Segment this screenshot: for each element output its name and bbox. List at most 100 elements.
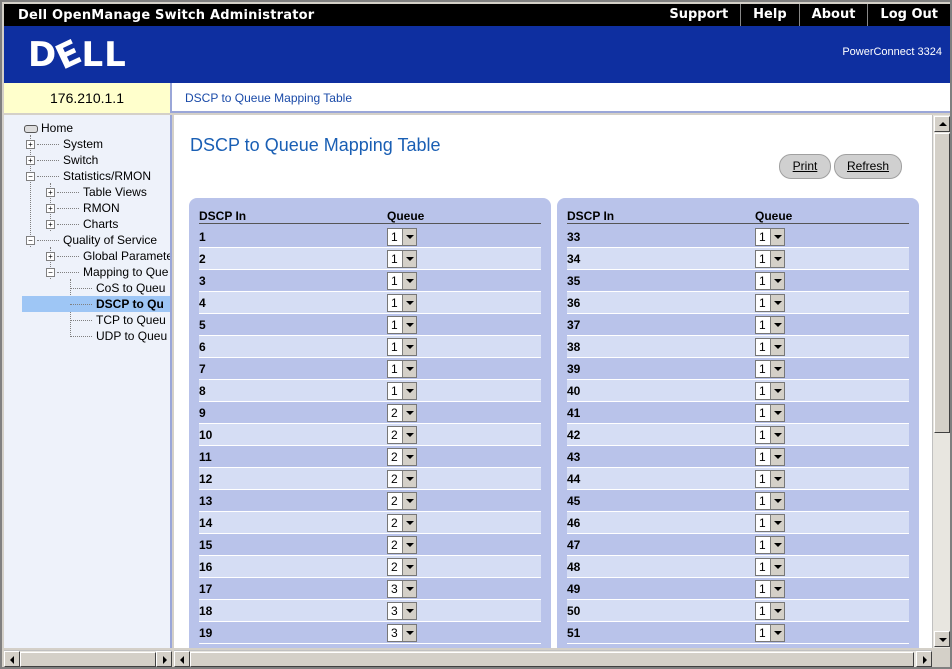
expand-icon[interactable]: + <box>46 252 55 262</box>
tree-table-views[interactable]: + Table Views <box>46 184 147 200</box>
scroll-thumb[interactable] <box>190 652 914 667</box>
scroll-right-button[interactable] <box>156 651 172 667</box>
support-link[interactable]: Support <box>657 4 740 26</box>
scroll-thumb[interactable] <box>934 133 950 433</box>
chevron-down-icon[interactable] <box>402 625 416 641</box>
help-link[interactable]: Help <box>740 4 798 26</box>
scroll-down-button[interactable] <box>934 631 950 647</box>
queue-select[interactable]: 1 <box>755 514 785 532</box>
expand-icon[interactable]: + <box>46 188 55 198</box>
scroll-left-button[interactable] <box>4 651 20 667</box>
queue-select[interactable]: 1 <box>387 250 417 268</box>
chevron-down-icon[interactable] <box>770 515 784 531</box>
queue-select[interactable]: 1 <box>755 536 785 554</box>
collapse-icon[interactable]: − <box>26 172 35 182</box>
queue-select[interactable]: 1 <box>755 624 785 642</box>
tree-statistics-rmon[interactable]: − Statistics/RMON <box>26 168 151 184</box>
queue-select[interactable]: 1 <box>755 338 785 356</box>
queue-select[interactable]: 2 <box>387 448 417 466</box>
vertical-scrollbar[interactable] <box>932 115 950 648</box>
tree-charts[interactable]: + Charts <box>46 216 118 232</box>
queue-select[interactable]: 1 <box>755 558 785 576</box>
chevron-down-icon[interactable] <box>402 515 416 531</box>
chevron-down-icon[interactable] <box>402 339 416 355</box>
tree-tcp-to-queue[interactable]: TCP to Queu <box>70 312 166 328</box>
chevron-down-icon[interactable] <box>770 229 784 245</box>
chevron-down-icon[interactable] <box>402 537 416 553</box>
scroll-left-button[interactable] <box>174 651 190 667</box>
queue-select[interactable]: 3 <box>387 602 417 620</box>
chevron-down-icon[interactable] <box>402 581 416 597</box>
tree-quality-of-service[interactable]: − Quality of Service <box>26 232 157 248</box>
chevron-down-icon[interactable] <box>402 383 416 399</box>
scroll-thumb[interactable] <box>20 652 156 667</box>
queue-select[interactable]: 1 <box>387 360 417 378</box>
chevron-down-icon[interactable] <box>770 537 784 553</box>
collapse-icon[interactable]: − <box>26 236 35 246</box>
chevron-down-icon[interactable] <box>770 493 784 509</box>
chevron-down-icon[interactable] <box>402 427 416 443</box>
expand-icon[interactable]: + <box>46 204 55 214</box>
collapse-icon[interactable]: − <box>46 268 55 278</box>
chevron-down-icon[interactable] <box>770 317 784 333</box>
chevron-down-icon[interactable] <box>402 493 416 509</box>
chevron-down-icon[interactable] <box>402 449 416 465</box>
scroll-up-button[interactable] <box>934 116 950 132</box>
chevron-down-icon[interactable] <box>770 405 784 421</box>
queue-select[interactable]: 1 <box>387 382 417 400</box>
chevron-down-icon[interactable] <box>402 295 416 311</box>
queue-select[interactable]: 2 <box>387 492 417 510</box>
chevron-down-icon[interactable] <box>770 449 784 465</box>
chevron-down-icon[interactable] <box>770 625 784 641</box>
queue-select[interactable]: 2 <box>387 514 417 532</box>
tree-global-parameters[interactable]: + Global Paramete <box>46 248 170 264</box>
main-horizontal-scrollbar[interactable] <box>174 650 932 667</box>
tree-mapping-to-queue[interactable]: − Mapping to Que <box>46 264 168 280</box>
chevron-down-icon[interactable] <box>770 427 784 443</box>
queue-select[interactable]: 2 <box>387 470 417 488</box>
chevron-down-icon[interactable] <box>402 251 416 267</box>
queue-select[interactable]: 1 <box>755 294 785 312</box>
chevron-down-icon[interactable] <box>402 559 416 575</box>
refresh-button[interactable]: Refresh <box>834 154 902 179</box>
chevron-down-icon[interactable] <box>770 339 784 355</box>
queue-select[interactable]: 1 <box>755 382 785 400</box>
tree-switch[interactable]: + Switch <box>26 152 98 168</box>
queue-select[interactable]: 1 <box>755 404 785 422</box>
chevron-down-icon[interactable] <box>770 361 784 377</box>
sidebar-horizontal-scrollbar[interactable] <box>4 650 172 667</box>
queue-select[interactable]: 1 <box>387 338 417 356</box>
queue-select[interactable]: 1 <box>755 580 785 598</box>
queue-select[interactable]: 1 <box>755 426 785 444</box>
expand-icon[interactable]: + <box>26 140 35 150</box>
logout-link[interactable]: Log Out <box>867 4 950 26</box>
queue-select[interactable]: 1 <box>755 272 785 290</box>
chevron-down-icon[interactable] <box>402 317 416 333</box>
queue-select[interactable]: 1 <box>387 228 417 246</box>
chevron-down-icon[interactable] <box>402 405 416 421</box>
tree-rmon[interactable]: + RMON <box>46 200 120 216</box>
chevron-down-icon[interactable] <box>770 581 784 597</box>
about-link[interactable]: About <box>798 4 868 26</box>
chevron-down-icon[interactable] <box>402 273 416 289</box>
queue-select[interactable]: 1 <box>755 492 785 510</box>
queue-select[interactable]: 1 <box>387 294 417 312</box>
chevron-down-icon[interactable] <box>402 361 416 377</box>
chevron-down-icon[interactable] <box>770 295 784 311</box>
queue-select[interactable]: 1 <box>755 228 785 246</box>
chevron-down-icon[interactable] <box>402 229 416 245</box>
queue-select[interactable]: 2 <box>387 404 417 422</box>
scroll-right-button[interactable] <box>916 651 932 667</box>
chevron-down-icon[interactable] <box>402 471 416 487</box>
queue-select[interactable]: 2 <box>387 426 417 444</box>
queue-select[interactable]: 2 <box>387 558 417 576</box>
queue-select[interactable]: 1 <box>755 250 785 268</box>
chevron-down-icon[interactable] <box>770 273 784 289</box>
queue-select[interactable]: 1 <box>755 448 785 466</box>
chevron-down-icon[interactable] <box>770 559 784 575</box>
chevron-down-icon[interactable] <box>770 383 784 399</box>
queue-select[interactable]: 1 <box>755 360 785 378</box>
tree-home[interactable]: Home <box>24 120 73 136</box>
print-button[interactable]: Print <box>779 154 831 179</box>
expand-icon[interactable]: + <box>26 156 35 166</box>
